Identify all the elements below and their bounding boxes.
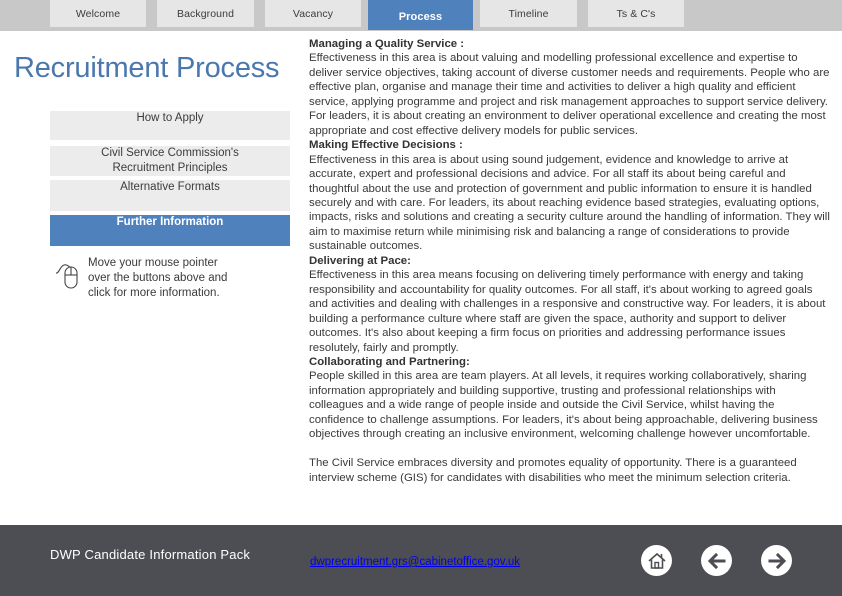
hint-line-1: Move your mouse pointer bbox=[88, 257, 218, 269]
home-button[interactable] bbox=[641, 545, 672, 576]
recruitment-principles-button[interactable]: Civil Service Commission's Recruitment P… bbox=[50, 146, 290, 176]
hint-line-3: click for more information. bbox=[88, 287, 220, 299]
mouse-hint-text: Move your mouse pointer over the buttons… bbox=[88, 256, 288, 301]
arrow-right-icon bbox=[768, 552, 786, 569]
back-button[interactable] bbox=[701, 545, 732, 576]
mouse-hint: Move your mouse pointer over the buttons… bbox=[55, 256, 295, 304]
diversity-statement: The Civil Service embraces diversity and… bbox=[309, 457, 797, 484]
section-body: Effectiveness in this area is about valu… bbox=[309, 52, 830, 137]
tab-process[interactable]: Process bbox=[368, 0, 473, 30]
alternative-formats-label: Alternative Formats bbox=[120, 181, 220, 193]
tab-vacancy[interactable]: Vacancy bbox=[265, 0, 361, 27]
forward-button[interactable] bbox=[761, 545, 792, 576]
contact-email-link[interactable]: dwprecruitment.grs@cabinetoffice.gov.uk bbox=[310, 556, 520, 568]
arrow-left-icon bbox=[707, 552, 725, 569]
tab-background[interactable]: Background bbox=[157, 0, 254, 27]
section-collaborating-and-partnering: Collaborating and Partnering: People ski… bbox=[309, 355, 831, 442]
mouse-icon bbox=[55, 264, 78, 289]
section-managing-quality-service: Managing a Quality Service : Effectivene… bbox=[309, 37, 831, 138]
footer-title: DWP Candidate Information Pack bbox=[50, 547, 251, 562]
behaviours-content: Managing a Quality Service : Effectivene… bbox=[309, 37, 831, 485]
hint-line-2: over the buttons above and bbox=[88, 272, 228, 284]
section-body: Effectiveness in this area is about usin… bbox=[309, 153, 830, 253]
footer: DWP Candidate Information Pack dwprecrui… bbox=[0, 525, 842, 596]
section-making-effective-decisions: Making Effective Decisions : Effectivene… bbox=[309, 138, 831, 254]
further-information-label: Further Information bbox=[116, 216, 224, 228]
further-information-button[interactable]: Further Information bbox=[50, 215, 290, 246]
recruitment-principles-label-line2: Recruitment Principles bbox=[112, 162, 228, 174]
section-delivering-at-pace: Delivering at Pace: Effectiveness in thi… bbox=[309, 254, 831, 355]
tab-timeline[interactable]: Timeline bbox=[480, 0, 577, 27]
top-nav-bar: Welcome Background Vacancy Process Timel… bbox=[0, 0, 842, 31]
how-to-apply-button[interactable]: How to Apply bbox=[50, 111, 290, 140]
section-heading: Managing a Quality Service : bbox=[309, 38, 465, 50]
alternative-formats-button[interactable]: Alternative Formats bbox=[50, 180, 290, 211]
section-body: People skilled in this area are team pla… bbox=[309, 370, 818, 441]
section-heading: Making Effective Decisions : bbox=[309, 139, 463, 152]
tab-terms-and-conditions[interactable]: Ts & C's bbox=[588, 0, 684, 27]
page-title: Recruitment Process bbox=[14, 52, 280, 84]
section-heading: Collaborating and Partnering: bbox=[309, 355, 470, 368]
section-heading: Delivering at Pace: bbox=[309, 254, 411, 267]
home-icon bbox=[647, 552, 666, 569]
section-body: Effectiveness in this area means focusin… bbox=[309, 269, 826, 354]
tab-welcome[interactable]: Welcome bbox=[50, 0, 146, 27]
how-to-apply-label: How to Apply bbox=[136, 112, 204, 124]
recruitment-principles-label-line1: Civil Service Commission's bbox=[101, 147, 239, 159]
